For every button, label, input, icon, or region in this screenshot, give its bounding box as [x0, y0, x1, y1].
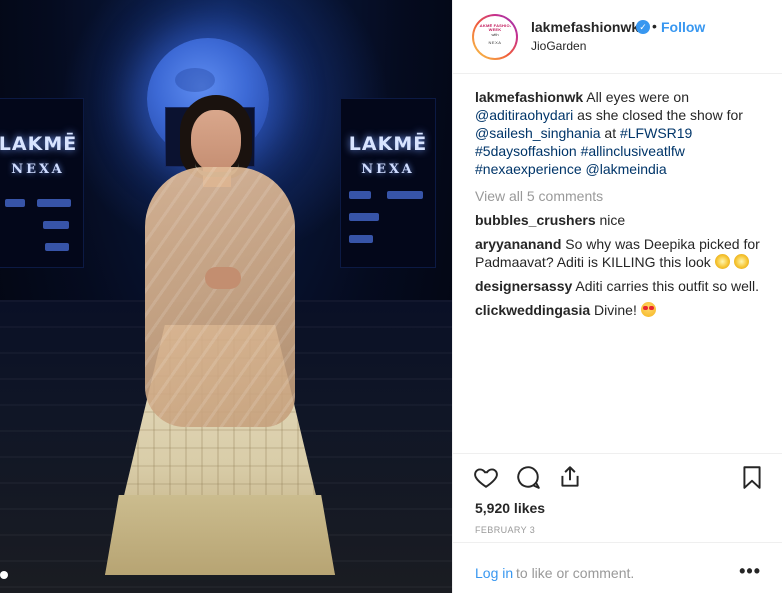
header-username[interactable]: lakmefashionwk [531, 19, 639, 35]
board-sub-text: NEXA [11, 162, 65, 177]
heart-icon[interactable] [473, 464, 499, 490]
caption-hashtag[interactable]: #LFWSR19 [620, 125, 692, 141]
follow-button[interactable]: Follow [661, 19, 705, 35]
comment-username[interactable]: aryyananand [475, 236, 561, 252]
sparkle-emoji-icon [733, 254, 749, 269]
caption-username[interactable]: lakmefashionwk [475, 89, 583, 105]
post-header: LAKMĒ FASHION WEEK with NEXA lakmefashio… [453, 0, 782, 74]
avatar-logo-line: with [491, 32, 499, 37]
login-link[interactable]: Log in [475, 565, 513, 581]
avatar[interactable]: LAKMĒ FASHION WEEK with NEXA [472, 14, 518, 60]
comment-item: designersassy Aditi carries this outfit … [475, 277, 771, 295]
heart-eyes-emoji-icon [640, 302, 656, 317]
avatar-logo-line: NEXA [488, 40, 502, 45]
post-photo[interactable]: LAKMĒ NEXA LAKMĒ NEXA [0, 0, 452, 593]
caption-mention[interactable]: @lakmeindia [586, 161, 667, 177]
comment-icon[interactable] [515, 464, 541, 490]
board-logo [43, 221, 69, 229]
comment-username[interactable]: designersassy [475, 278, 572, 294]
comment-username[interactable]: bubbles_crushers [475, 212, 596, 228]
board-logo [349, 213, 379, 221]
avatar-logo-line: LAKMĒ FASHION WEEK [477, 23, 513, 32]
share-icon[interactable] [557, 464, 583, 490]
runway-model [105, 95, 335, 585]
photo-corner-mark [0, 571, 8, 579]
caption-text: as she closed the show for [573, 107, 743, 123]
board-logo [5, 199, 25, 207]
more-icon[interactable]: ••• [739, 561, 761, 582]
comment-item: bubbles_crushers nice [475, 211, 771, 229]
likes-count[interactable]: 5,920 likes [475, 500, 545, 516]
verified-badge-icon: ✓ [636, 20, 650, 34]
comment-text: Divine! [590, 302, 641, 318]
comment-text: nice [595, 212, 626, 228]
caption-mention[interactable]: @aditiraohydari [475, 107, 573, 123]
board-logo [387, 191, 423, 199]
instagram-post: LAKMĒ NEXA LAKMĒ NEXA LAKMĒ FASHION WEEK… [0, 0, 782, 593]
board-logo [37, 199, 71, 207]
login-prompt-text: to like or comment. [516, 565, 635, 581]
comment-item: aryyananand So why was Deepika picked fo… [475, 235, 771, 271]
caption-hashtag[interactable]: #5daysoffashion [475, 143, 577, 159]
caption-hashtag[interactable]: #allinclusiveatlfw [581, 143, 685, 159]
view-all-comments-link[interactable]: View all 5 comments [475, 187, 771, 205]
caption-hashtag[interactable]: #nexaexperience [475, 161, 582, 177]
board-logo [349, 235, 373, 243]
post-date: FEBRUARY 3 [475, 525, 536, 535]
bookmark-icon[interactable] [739, 464, 765, 490]
board-sub-text: NEXA [361, 162, 415, 177]
lehenga-border [105, 495, 335, 575]
comment-item: clickweddingasia Divine! [475, 301, 771, 319]
post-actions: 5,920 likes FEBRUARY 3 Log in to like or… [453, 453, 782, 593]
left-sponsor-board: LAKMĒ NEXA [0, 98, 84, 268]
board-logo [349, 191, 371, 199]
location-link[interactable]: JioGarden [531, 39, 586, 53]
comment-username[interactable]: clickweddingasia [475, 302, 590, 318]
avatar-logo: LAKMĒ FASHION WEEK with NEXA [474, 16, 516, 58]
login-prompt: Log in to like or comment. ••• [453, 542, 782, 593]
comments-section: lakmefashionwk All eyes were on @aditira… [475, 88, 771, 319]
caption-mention[interactable]: @sailesh_singhania [475, 125, 601, 141]
board-brand-text: LAKMĒ [348, 133, 428, 155]
comment-text: Aditi carries this outfit so well. [572, 278, 760, 294]
caption-text: All eyes were on [583, 89, 689, 105]
post-caption: lakmefashionwk All eyes were on @aditira… [475, 88, 771, 178]
caption-text: at [600, 125, 620, 141]
model-dupatta [145, 167, 295, 427]
model-hands [205, 267, 241, 289]
sparkle-emoji-icon [714, 254, 730, 269]
separator-dot: • [652, 18, 657, 34]
board-brand-text: LAKMĒ [0, 133, 78, 155]
post-sidebar: LAKMĒ FASHION WEEK with NEXA lakmefashio… [452, 0, 782, 593]
board-logo [45, 243, 69, 251]
right-sponsor-board: LAKMĒ NEXA [340, 98, 436, 268]
